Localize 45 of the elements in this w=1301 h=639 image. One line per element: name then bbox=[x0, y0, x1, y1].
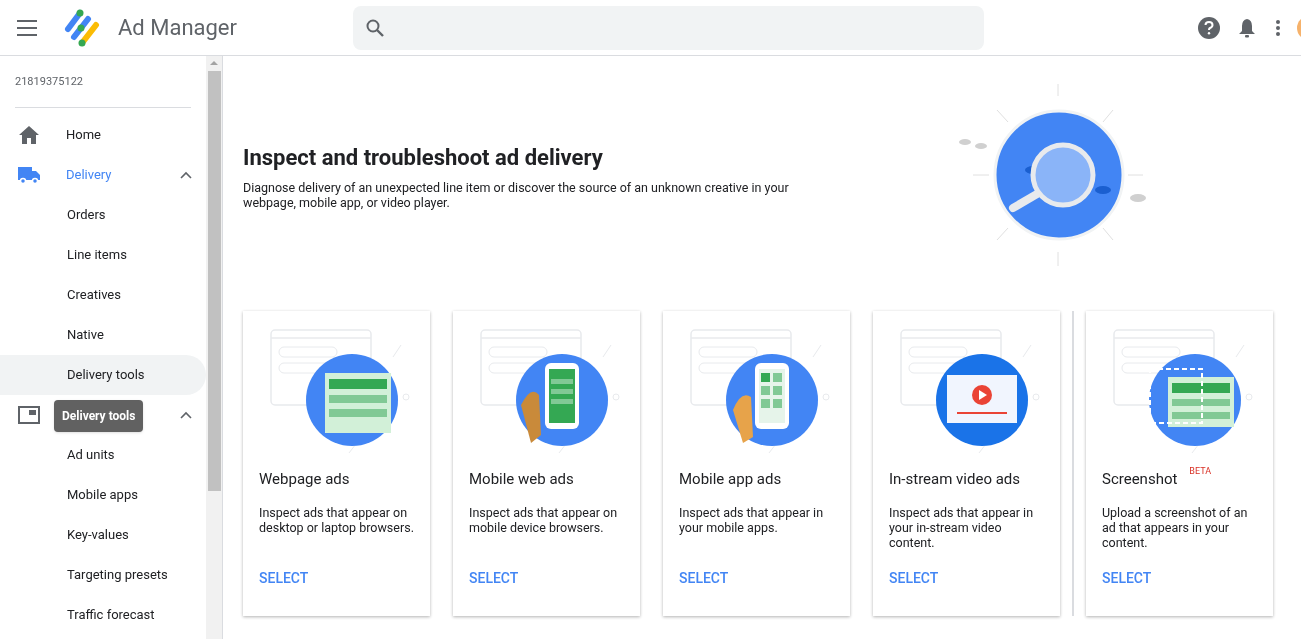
menu-button[interactable] bbox=[17, 19, 37, 36]
card-description: Inspect ads that appear on mobile device browsers. bbox=[468, 505, 619, 535]
home-icon[interactable] bbox=[18, 124, 40, 145]
beta-label: BETA bbox=[1189, 465, 1212, 478]
account-id: 21819375122 bbox=[15, 74, 84, 90]
help-icon[interactable] bbox=[1198, 16, 1220, 39]
nav-item[interactable]: Line items bbox=[0, 234, 206, 275]
nav-item[interactable]: Mobile apps bbox=[0, 474, 206, 515]
nav-item[interactable]: Delivery tools bbox=[0, 354, 206, 395]
select-button[interactable]: SELECT bbox=[259, 568, 309, 589]
app-title: Ad Manager bbox=[118, 14, 237, 42]
more-options-icon[interactable] bbox=[1276, 19, 1280, 36]
nav-item[interactable]: Orders bbox=[0, 194, 206, 235]
nav-item[interactable]: Ad units bbox=[0, 434, 206, 475]
card-description: Inspect ads that appear in your mobile apps. bbox=[678, 505, 825, 535]
card-title: In-stream video ads bbox=[889, 469, 1021, 489]
truck-icon[interactable] bbox=[17, 165, 41, 184]
select-button[interactable]: SELECT bbox=[679, 568, 729, 589]
window-icon[interactable] bbox=[18, 405, 40, 424]
tooltip: Delivery tools bbox=[54, 400, 144, 432]
select-button[interactable]: SELECT bbox=[469, 568, 519, 589]
nav-label[interactable]: Home bbox=[66, 124, 101, 145]
chevron-up-icon[interactable] bbox=[180, 170, 192, 179]
nav-label[interactable]: Delivery bbox=[66, 164, 112, 185]
card-description: Upload a screenshot of an ad that appears in your content. bbox=[1101, 505, 1249, 550]
card-description: Inspect ads that appear in your in-stream video content. bbox=[888, 505, 1035, 550]
search-field[interactable] bbox=[353, 5, 984, 50]
card-title: Mobile app ads bbox=[679, 469, 782, 489]
nav-item[interactable]: Native bbox=[0, 314, 206, 355]
nav-item[interactable]: Traffic forecast bbox=[0, 594, 206, 635]
chevron-up-icon[interactable] bbox=[180, 410, 192, 419]
page-description: Diagnose delivery of an unexpected line item or discover the source of an unknown creative in your webpage, mobile app, or video player. bbox=[243, 180, 790, 210]
select-button[interactable]: SELECT bbox=[889, 568, 939, 589]
card-description: Inspect ads that appear on desktop or laptop browsers. bbox=[258, 505, 415, 535]
nav-item[interactable]: Key-values bbox=[0, 514, 206, 555]
page-title: Inspect and troubleshoot ad delivery bbox=[243, 144, 604, 172]
select-button[interactable]: SELECT bbox=[1102, 568, 1152, 589]
card-title: Screenshot bbox=[1102, 469, 1178, 489]
scrollbar[interactable] bbox=[206, 56, 223, 639]
card-title: Webpage ads bbox=[259, 469, 350, 489]
card-title: Mobile web ads bbox=[469, 469, 574, 489]
search-icon bbox=[365, 17, 385, 38]
bell-icon[interactable] bbox=[1238, 17, 1256, 38]
nav-item[interactable]: Creatives bbox=[0, 274, 206, 315]
nav-item[interactable]: Targeting presets bbox=[0, 554, 206, 595]
